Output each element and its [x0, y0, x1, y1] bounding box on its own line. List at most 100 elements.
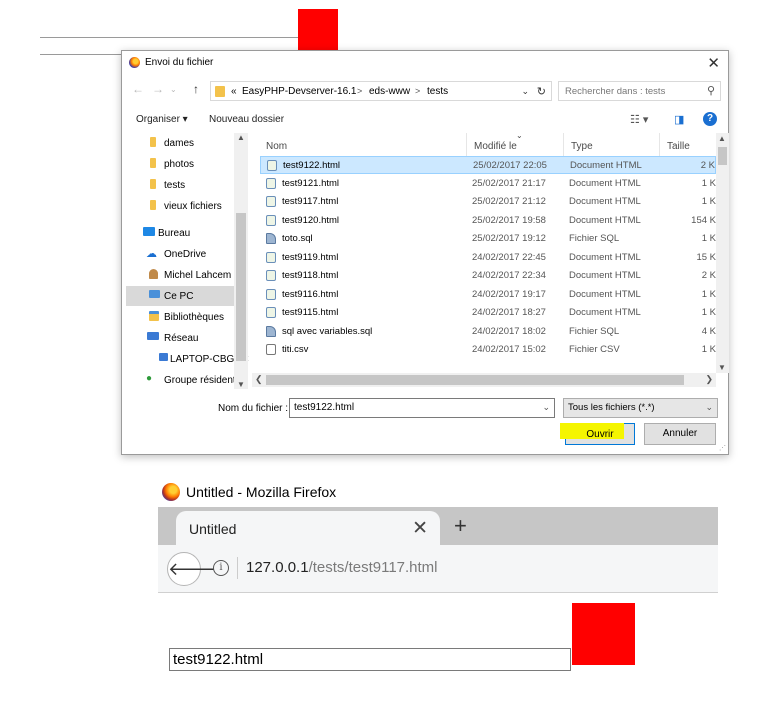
nav-item-reseau[interactable]: Réseau — [126, 328, 251, 348]
file-size: 2 K — [700, 160, 715, 171]
html-file-icon — [266, 214, 276, 226]
view-options-icon[interactable]: ☷ ▾ — [630, 113, 648, 126]
desktop-icon — [143, 227, 155, 236]
file-row[interactable]: test9118.html 24/02/2017 22:34 Document HT… — [260, 267, 716, 285]
back-arrow-icon[interactable]: 🡐 — [167, 552, 216, 586]
column-size[interactable]: Taille — [667, 141, 690, 152]
file-name: test9119.html — [282, 251, 339, 263]
nav-item-label: dames — [164, 138, 195, 149]
chevron-left-icon[interactable]: ❮ — [255, 374, 263, 385]
sql-file-icon — [266, 325, 276, 337]
resize-grip-icon[interactable]: ⋰ — [719, 444, 726, 452]
breadcrumb-separator: > — [357, 86, 363, 96]
file-row[interactable]: test9116.html 24/02/2017 19:17 Document HT… — [260, 286, 716, 304]
chevron-down-icon[interactable]: ▼ — [718, 363, 726, 372]
folder-icon — [215, 86, 225, 97]
file-path-input[interactable]: test9122.html — [169, 648, 571, 671]
breadcrumb-overflow[interactable]: « — [231, 86, 237, 97]
chevron-up-icon[interactable]: ▲ — [718, 134, 726, 143]
chevron-up-icon[interactable]: ▲ — [237, 133, 245, 142]
chevron-down-icon[interactable]: ▼ — [237, 380, 245, 389]
file-row[interactable]: test9115.html 24/02/2017 18:27 Document HT… — [260, 304, 716, 322]
chevron-down-icon[interactable]: ⌄ — [705, 402, 713, 413]
preview-pane-icon[interactable]: ◨ — [674, 113, 684, 126]
new-folder-button[interactable]: Nouveau dossier — [209, 114, 284, 125]
breadcrumb-item[interactable]: EasyPHP-Devserver-16.1 — [242, 86, 356, 97]
folder-icon — [150, 179, 156, 189]
file-modified: 25/02/2017 21:12 — [472, 196, 546, 207]
scroll-thumb[interactable] — [266, 375, 684, 385]
nav-item-bureau[interactable]: Bureau — [126, 223, 251, 243]
library-icon — [149, 311, 159, 321]
file-row[interactable]: titi.csv 24/02/2017 15:02 Fichier CSV 1 K — [260, 341, 716, 359]
column-modified[interactable]: Modifié le — [474, 141, 517, 152]
close-icon[interactable]: ✕ — [707, 54, 720, 72]
cancel-button[interactable]: Annuler — [644, 423, 716, 445]
file-modified: 24/02/2017 18:02 — [472, 325, 546, 337]
file-name: test9121.html — [282, 177, 340, 189]
nav-item-onedrive[interactable]: ☁ OneDrive — [126, 244, 251, 264]
info-icon[interactable]: i — [213, 560, 229, 576]
url-path: /tests/test9117.html — [308, 559, 438, 576]
scroll-thumb[interactable] — [236, 213, 246, 361]
file-row[interactable]: test9117.html 25/02/2017 21:12 Document HT… — [260, 193, 716, 211]
file-row[interactable]: sql avec variables.sql 24/02/2017 18:02 Fi… — [260, 323, 716, 341]
nav-item-groupe-residentiel[interactable]: ● Groupe résidenti — [126, 370, 251, 389]
file-type: Document HTML — [569, 196, 641, 207]
nav-item-michel-lahcem[interactable]: Michel Lahcem — [126, 265, 251, 285]
filename-input[interactable]: test9122.html ⌄ — [289, 398, 555, 418]
chevron-down-icon[interactable]: ⌄ — [521, 86, 529, 97]
scroll-thumb[interactable] — [718, 147, 727, 165]
breadcrumb-item[interactable]: eds-www — [369, 86, 410, 97]
html-file-icon — [266, 196, 276, 207]
html-file-icon — [266, 288, 276, 300]
new-tab-icon[interactable]: + — [454, 513, 467, 539]
dialog-title-bar: Envoi du fichier ✕ — [122, 51, 728, 75]
nav-item-bibliotheques[interactable]: Bibliothèques — [126, 307, 251, 327]
file-modified: 25/02/2017 21:17 — [472, 177, 546, 189]
file-row[interactable]: test9119.html 24/02/2017 22:45 Document HT… — [260, 249, 716, 267]
address-bar[interactable]: « EasyPHP-Devserver-16.1 > eds-www > tes… — [210, 81, 552, 101]
help-icon[interactable]: ? — [703, 112, 717, 126]
file-name: test9115.html — [282, 307, 339, 318]
breadcrumb-item[interactable]: tests — [427, 86, 448, 97]
file-type: Document HTML — [570, 160, 642, 171]
file-row[interactable]: test9120.html 25/02/2017 19:58 Document HT… — [260, 212, 716, 230]
file-name: toto.sql — [282, 233, 313, 244]
url-input[interactable]: 127.0.0.1/tests/test9117.html — [246, 559, 438, 576]
chevron-down-icon[interactable]: ⌄ — [542, 402, 550, 413]
open-button[interactable]: Ouvrir — [560, 423, 635, 445]
column-name[interactable]: Nom — [266, 141, 287, 152]
file-modified: 25/02/2017 19:58 — [472, 214, 546, 226]
file-row[interactable]: test9122.html 25/02/2017 22:05 Document HT… — [260, 156, 716, 174]
file-row[interactable]: test9121.html 25/02/2017 21:17 Document HT… — [260, 175, 716, 193]
file-type-filter[interactable]: Tous les fichiers (*.*) ⌄ — [563, 398, 718, 418]
file-list-vertical-scrollbar[interactable]: ▲ ▼ — [716, 133, 729, 373]
nav-scrollbar[interactable]: ▲ ▼ — [234, 133, 248, 389]
nav-item-dames[interactable]: dames — [126, 133, 251, 153]
file-row[interactable]: toto.sql 25/02/2017 19:12 Fichier SQL 1 K — [260, 230, 716, 248]
file-list: Nom Modifié le ⌄ Type Taille test9122.ht… — [260, 133, 716, 373]
nav-item-vieux-fichiers[interactable]: vieux fichiers — [126, 196, 251, 216]
recent-chevron-icon[interactable]: ⌄ — [170, 85, 177, 94]
tab-untitled[interactable]: Untitled ✕ — [176, 511, 440, 545]
file-type: Document HTML — [569, 177, 641, 189]
organize-button[interactable]: Organiser ▾ — [136, 114, 188, 125]
nav-item-photos[interactable]: photos — [126, 154, 251, 174]
file-list-horizontal-scrollbar[interactable]: ❮ ❯ — [252, 373, 716, 387]
file-name: test9120.html — [282, 214, 340, 226]
nav-item-laptop[interactable]: LAPTOP-CBGUC — [126, 349, 251, 369]
nav-item-label: Bureau — [158, 228, 191, 239]
nav-item-tests[interactable]: tests — [126, 175, 251, 195]
back-arrow-icon[interactable]: ← — [132, 82, 144, 96]
divider — [237, 557, 238, 579]
column-type[interactable]: Type — [571, 141, 593, 152]
up-arrow-icon[interactable]: ↑ — [193, 82, 199, 96]
nav-item-ce-pc[interactable]: Ce PC — [126, 286, 234, 306]
chevron-right-icon[interactable]: ❯ — [705, 374, 713, 385]
forward-arrow-icon[interactable]: → — [152, 82, 164, 96]
close-tab-icon[interactable]: ✕ — [412, 517, 428, 540]
refresh-icon[interactable]: ↻ — [537, 85, 546, 98]
search-input[interactable]: Rechercher dans : tests ⚲ — [558, 81, 721, 101]
file-upload-dialog: Envoi du fichier ✕ ← → ⌄ ↑ « EasyPHP-Dev… — [121, 50, 729, 455]
